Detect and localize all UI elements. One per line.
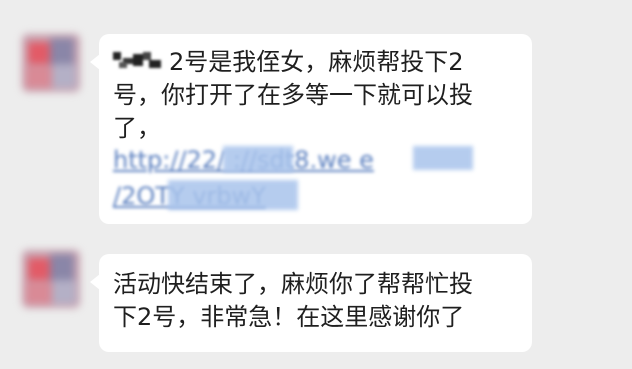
message-text: 活动快结束了，麻烦你了帮帮忙投 下2号，非常急！在这里感谢你了 (113, 268, 473, 334)
redaction-block (413, 146, 473, 170)
message-line: 了， (113, 114, 161, 142)
message-line: 号，你打开了在多等一下就可以投 (113, 81, 473, 109)
message-line: 下2号，非常急！在这里感谢你了 (113, 303, 465, 331)
message-line: 2号是我侄女，麻烦帮投下2 (113, 46, 473, 79)
redacted-mention-icon (113, 52, 161, 68)
message-bubble[interactable]: 2号是我侄女，麻烦帮投下2 号，你打开了在多等一下就可以投 了， http://… (90, 34, 532, 224)
redaction-block (223, 146, 293, 172)
message-link[interactable]: http://22/ ://sdt8.we e /2OTY vrbwY (113, 144, 493, 216)
message-bubble[interactable]: 活动快结束了，麻烦你了帮帮忙投 下2号，非常急！在这里感谢你了 (90, 254, 532, 352)
chat-conversation: 2号是我侄女，麻烦帮投下2 号，你打开了在多等一下就可以投 了， http://… (0, 0, 632, 369)
sender-avatar[interactable] (22, 250, 80, 308)
sender-avatar[interactable] (22, 34, 80, 92)
redaction-block (168, 180, 298, 210)
message-text: 2号是我侄女，麻烦帮投下2 号，你打开了在多等一下就可以投 了， (113, 46, 473, 145)
message-line: 活动快结束了，麻烦你了帮帮忙投 (113, 270, 473, 298)
